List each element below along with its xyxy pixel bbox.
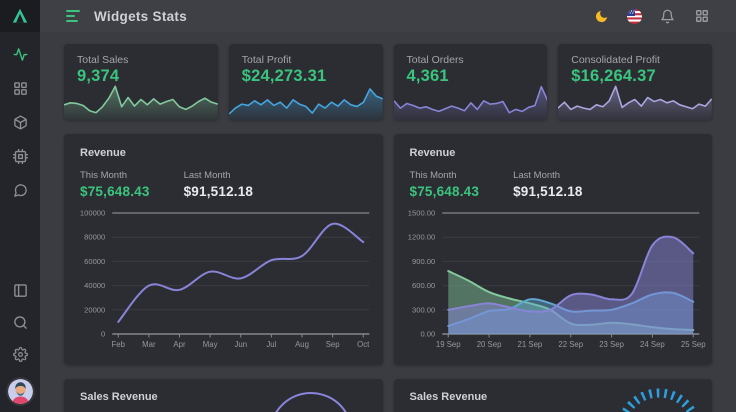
app-logo[interactable] bbox=[0, 0, 40, 32]
stat-label: Total Orders bbox=[394, 44, 548, 66]
triangle-logo-icon bbox=[8, 4, 32, 28]
search-icon[interactable] bbox=[13, 315, 28, 330]
svg-text:21 Sep: 21 Sep bbox=[517, 340, 542, 349]
svg-text:Feb: Feb bbox=[112, 340, 126, 349]
main-area: Widgets Stats bbox=[40, 0, 736, 412]
svg-text:Jun: Jun bbox=[234, 340, 247, 349]
stat-label: Total Sales bbox=[64, 44, 218, 66]
layout-icon[interactable] bbox=[13, 283, 28, 298]
dashboard-grid-icon[interactable] bbox=[13, 81, 28, 96]
stat-card-total-sales[interactable]: Total Sales 9,374 bbox=[64, 44, 218, 120]
revenue-daily-area-chart: 0.00 300.00 600.00 900.00 1200.00 1500.00 19 S… bbox=[394, 203, 713, 355]
this-month-block: This Month $75,648.43 bbox=[80, 170, 150, 199]
revenue-monthly-line-chart: 0 20000 40000 60000 80000 100000 Feb Mar Apr May J… bbox=[64, 203, 383, 355]
svg-text:Mar: Mar bbox=[142, 340, 156, 349]
svg-text:Apr: Apr bbox=[173, 340, 186, 349]
cpu-chip-icon[interactable] bbox=[13, 149, 28, 164]
svg-text:300.00: 300.00 bbox=[412, 305, 435, 314]
last-month-block: Last Month $91,512.18 bbox=[184, 170, 254, 199]
this-month-label: This Month bbox=[410, 170, 480, 181]
sales-revenue-row: Sales Revenue $9,641.26 Sales Revenue $9… bbox=[64, 379, 712, 412]
revenue-daily-card: Revenue This Month $75,648.43 Last Month… bbox=[394, 134, 713, 365]
svg-text:Oct: Oct bbox=[357, 340, 370, 349]
svg-text:Aug: Aug bbox=[295, 340, 309, 349]
user-avatar[interactable] bbox=[8, 379, 33, 404]
revenue-monthly-card: Revenue This Month $75,648.43 Last Month… bbox=[64, 134, 383, 365]
header-actions bbox=[593, 8, 710, 25]
chat-bubble-icon[interactable] bbox=[13, 183, 28, 198]
last-month-block: Last Month $91,512.18 bbox=[513, 170, 583, 199]
revenue-summary: This Month $75,648.43 Last Month $91,512… bbox=[64, 170, 383, 199]
revenue-summary: This Month $75,648.43 Last Month $91,512… bbox=[394, 170, 713, 199]
card-title: Revenue bbox=[394, 147, 713, 159]
page-title: Widgets Stats bbox=[94, 9, 187, 24]
svg-text:May: May bbox=[203, 340, 218, 349]
this-month-value: $75,648.43 bbox=[80, 184, 150, 199]
svg-text:1500.00: 1500.00 bbox=[407, 209, 434, 218]
svg-text:25 Sep: 25 Sep bbox=[680, 340, 705, 349]
svg-text:24 Sep: 24 Sep bbox=[640, 340, 665, 349]
svg-text:Jul: Jul bbox=[266, 340, 276, 349]
sidebar bbox=[0, 0, 40, 412]
language-flag-us-icon[interactable] bbox=[627, 9, 642, 24]
last-month-label: Last Month bbox=[184, 170, 254, 181]
sidebar-footer bbox=[8, 283, 33, 412]
svg-text:22 Sep: 22 Sep bbox=[558, 340, 583, 349]
total-sales-sparkline-chart bbox=[64, 83, 218, 120]
theme-moon-icon[interactable] bbox=[593, 8, 610, 25]
notifications-bell-icon[interactable] bbox=[659, 8, 676, 25]
svg-text:80000: 80000 bbox=[84, 233, 105, 242]
svg-text:600.00: 600.00 bbox=[412, 281, 435, 290]
app-root: Widgets Stats bbox=[0, 0, 736, 412]
activity-icon[interactable] bbox=[13, 47, 28, 62]
svg-text:20000: 20000 bbox=[84, 305, 105, 314]
svg-text:100000: 100000 bbox=[80, 209, 105, 218]
this-month-label: This Month bbox=[80, 170, 150, 181]
donut-gauge-icon bbox=[256, 379, 366, 412]
settings-gear-icon[interactable] bbox=[13, 347, 28, 362]
last-month-value: $91,512.18 bbox=[513, 184, 583, 199]
svg-text:0: 0 bbox=[101, 330, 105, 339]
stat-card-total-orders[interactable]: Total Orders 4,361 bbox=[394, 44, 548, 120]
total-orders-sparkline-chart bbox=[394, 83, 548, 120]
svg-text:0.00: 0.00 bbox=[420, 330, 435, 339]
total-profit-sparkline-chart bbox=[229, 83, 383, 120]
sidebar-nav bbox=[13, 32, 28, 198]
svg-text:900.00: 900.00 bbox=[412, 257, 435, 266]
sales-revenue-card-left: Sales Revenue $9,641.26 bbox=[64, 379, 383, 412]
svg-text:60000: 60000 bbox=[84, 257, 105, 266]
last-month-label: Last Month bbox=[513, 170, 583, 181]
top-header: Widgets Stats bbox=[40, 0, 736, 32]
card-title: Revenue bbox=[64, 147, 383, 159]
svg-text:23 Sep: 23 Sep bbox=[599, 340, 624, 349]
this-month-block: This Month $75,648.43 bbox=[410, 170, 480, 199]
user-avatar-image bbox=[8, 379, 33, 404]
sales-revenue-card-right: Sales Revenue $9,641.26 bbox=[394, 379, 713, 412]
stat-label: Consolidated Profit bbox=[558, 44, 712, 66]
stat-cards-row: Total Sales 9,374 Total Profit $24,273.3… bbox=[64, 44, 712, 120]
apps-grid-icon[interactable] bbox=[693, 8, 710, 25]
revenue-charts-row: Revenue This Month $75,648.43 Last Month… bbox=[64, 134, 712, 365]
stat-card-consolidated-profit[interactable]: Consolidated Profit $16,264.37 bbox=[558, 44, 712, 120]
stat-label: Total Profit bbox=[229, 44, 383, 66]
stat-card-total-profit[interactable]: Total Profit $24,273.31 bbox=[229, 44, 383, 120]
svg-text:Sep: Sep bbox=[326, 340, 341, 349]
content-area: Total Sales 9,374 Total Profit $24,273.3… bbox=[40, 32, 736, 412]
svg-text:20 Sep: 20 Sep bbox=[476, 340, 501, 349]
last-month-value: $91,512.18 bbox=[184, 184, 254, 199]
hamburger-menu-icon[interactable] bbox=[66, 10, 80, 22]
this-month-value: $75,648.43 bbox=[410, 184, 480, 199]
consolidated-profit-sparkline-chart bbox=[558, 83, 712, 120]
svg-text:40000: 40000 bbox=[84, 281, 105, 290]
svg-text:19 Sep: 19 Sep bbox=[435, 340, 460, 349]
svg-text:1200.00: 1200.00 bbox=[407, 233, 434, 242]
box-icon[interactable] bbox=[13, 115, 28, 130]
tick-gauge-icon bbox=[604, 379, 712, 412]
